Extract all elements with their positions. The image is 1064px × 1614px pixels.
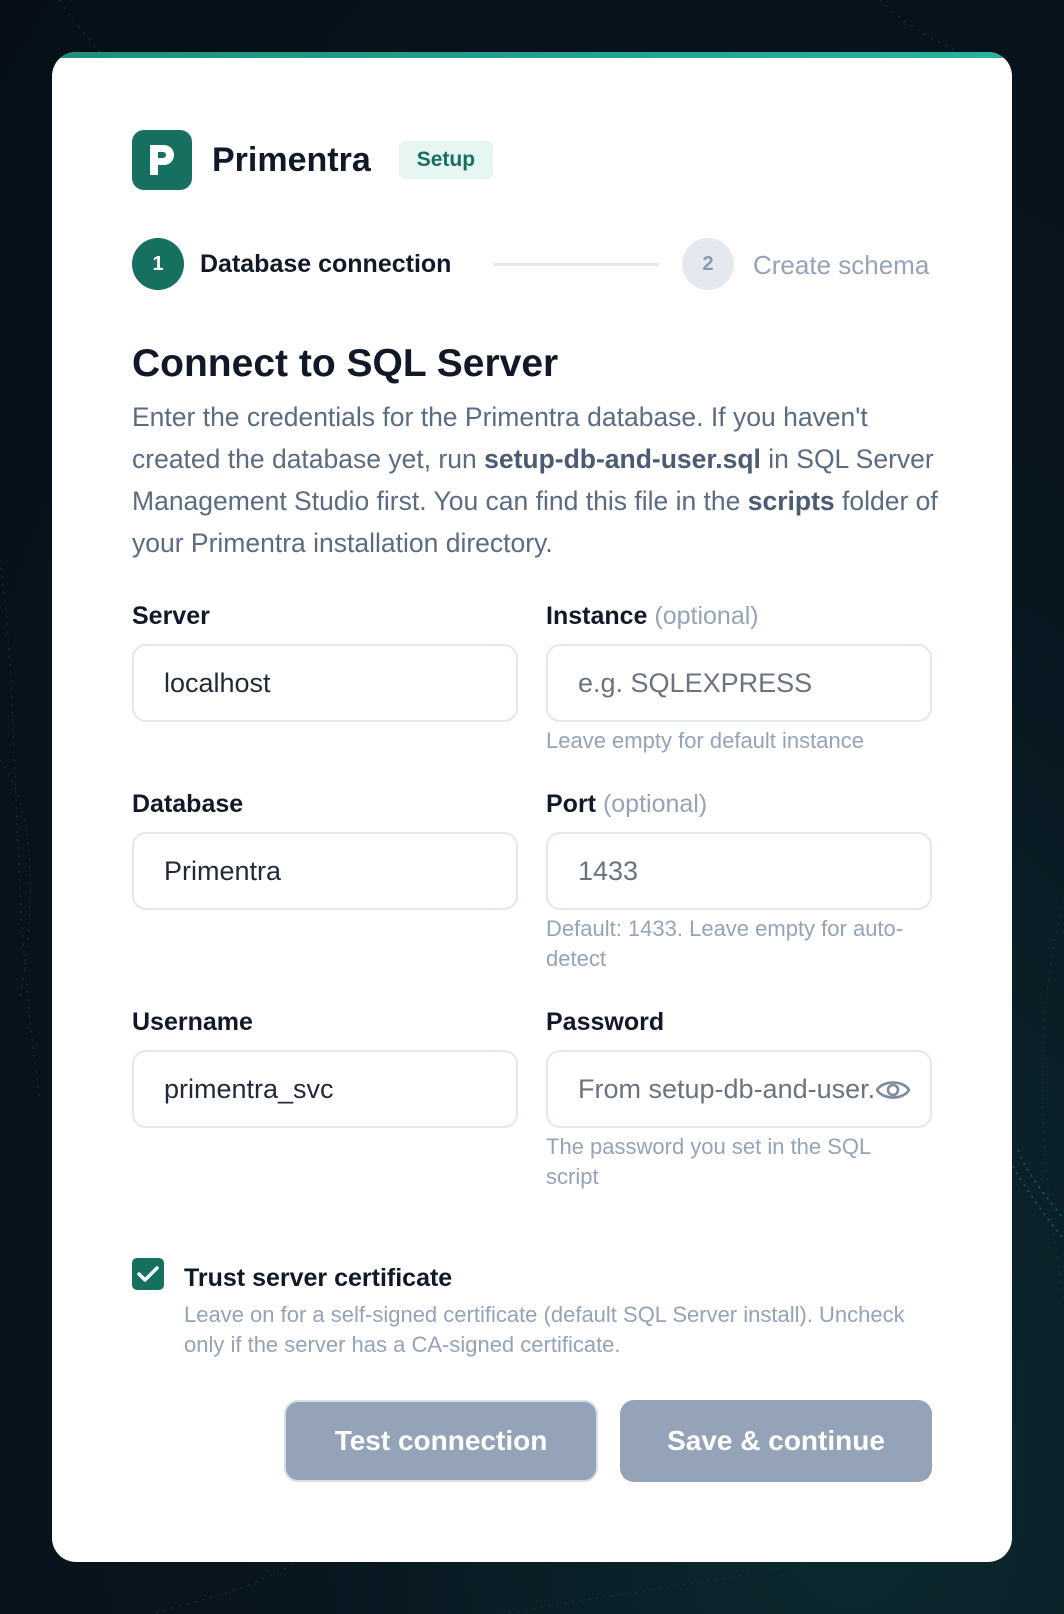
setup-badge: Setup <box>398 141 494 179</box>
port-label: Port (optional) <box>546 790 708 818</box>
eye-icon[interactable] <box>874 1074 912 1106</box>
database-label: Database <box>132 790 244 818</box>
port-input[interactable]: 1433 <box>546 832 932 910</box>
save-continue-button[interactable]: Save & continue <box>620 1400 932 1482</box>
step-2-label: Create schema <box>753 250 930 280</box>
password-input[interactable]: From setup-db-and-user.sql <box>546 1050 932 1128</box>
trust-certificate-checkbox[interactable] <box>132 1258 164 1290</box>
sql-file-name: setup-db-and-user.sql <box>484 444 761 474</box>
instance-input[interactable]: e.g. SQLEXPRESS <box>546 644 932 722</box>
brand-name: Primentra <box>212 140 371 179</box>
card-accent-bar <box>52 52 1012 58</box>
username-input[interactable]: primentra_svc <box>132 1050 518 1128</box>
test-connection-button[interactable]: Test connection <box>284 1400 598 1482</box>
setup-stepper: 1 Database connection 2 Create schema <box>132 238 932 290</box>
server-input[interactable]: localhost <box>132 644 518 722</box>
primentra-logo-icon <box>132 130 192 190</box>
setup-card: Primentra Setup 1 Database connection 2 … <box>52 52 1012 1562</box>
server-label: Server <box>132 602 210 630</box>
trust-certificate-label[interactable]: Trust server certificate <box>184 1264 452 1293</box>
instance-label: Instance (optional) <box>546 602 759 630</box>
password-hint: The password you set in the SQL script <box>546 1134 871 1189</box>
page-title: Connect to SQL Server <box>132 342 559 385</box>
port-hint: Default: 1433. Leave empty for auto-dete… <box>546 916 904 971</box>
database-input[interactable]: Primentra <box>132 832 518 910</box>
step-1-label: Database connection <box>200 250 452 278</box>
username-label: Username <box>132 1008 253 1036</box>
step-1-number: 1 <box>132 238 184 290</box>
password-label: Password <box>546 1008 665 1036</box>
trust-certificate-hint: Leave on for a self-signed certificate (… <box>184 1302 905 1357</box>
scripts-folder-name: scripts <box>747 486 835 516</box>
instance-hint: Leave empty for default instance <box>546 728 864 753</box>
step-2-number: 2 <box>682 238 734 290</box>
brand-header: Primentra Setup <box>132 130 494 190</box>
page-description: Enter the credentials for the Primentra … <box>132 402 938 558</box>
step-connector <box>494 263 659 266</box>
